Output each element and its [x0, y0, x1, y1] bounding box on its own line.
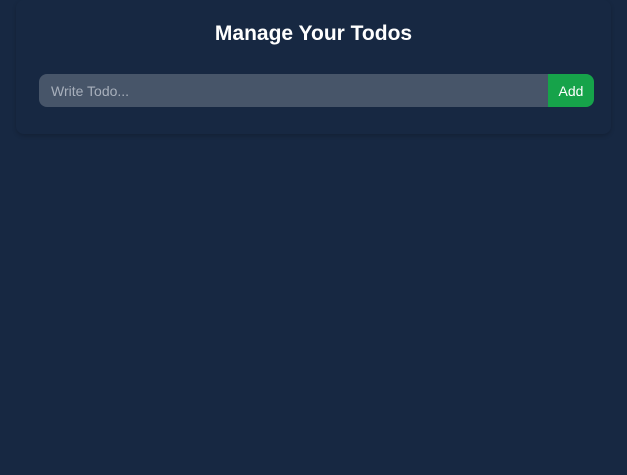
todo-header-card: Manage Your Todos Add: [16, 0, 611, 134]
todo-app: Manage Your Todos Add: [0, 0, 627, 475]
add-todo-button[interactable]: Add: [548, 74, 594, 107]
todo-form: Add: [39, 74, 594, 107]
todo-input[interactable]: [39, 74, 548, 107]
page-title: Manage Your Todos: [214, 22, 413, 45]
